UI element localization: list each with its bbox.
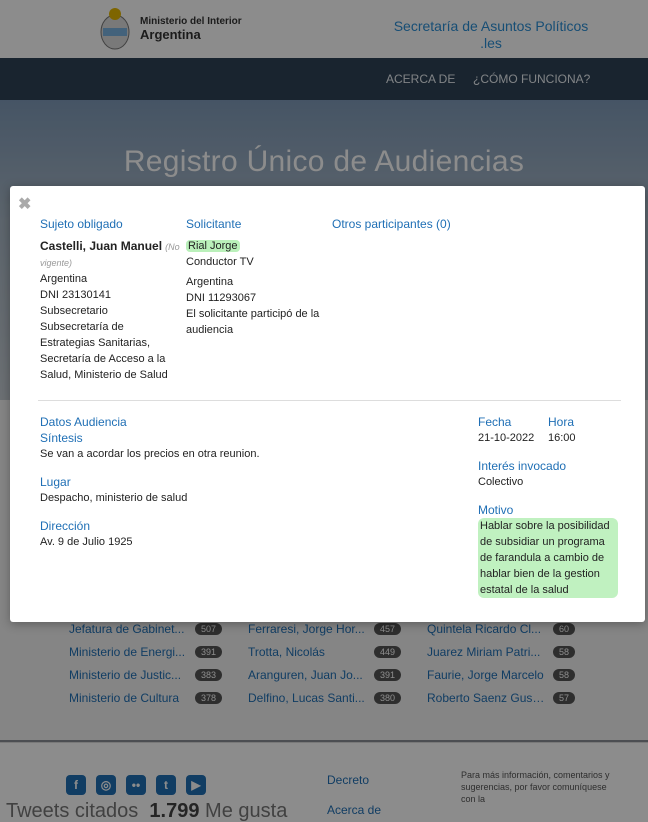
interes-label: Interés invocado — [478, 459, 567, 473]
solicitante-dni: DNI 11293067 — [186, 292, 257, 304]
solicitante-name: Rial Jorge — [186, 240, 240, 252]
fecha-value: 21-10-2022 — [478, 432, 535, 444]
solicitante-note: El solicitante participó de la audiencia — [186, 308, 320, 336]
motivo-section: Motivo Hablar sobre la posibilidad de su… — [478, 502, 618, 598]
hora-section: Hora 16:00 — [548, 414, 608, 446]
motivo-label: Motivo — [478, 503, 514, 517]
sujeto-name: Castelli, Juan Manuel — [40, 239, 163, 253]
direccion-value: Av. 9 de Julio 1925 — [40, 536, 133, 548]
datos-audiencia-section: Datos Audiencia Síntesis Se van a acorda… — [40, 414, 440, 550]
sujeto-org: Subsecretaría de Estrategias Sanitarias,… — [40, 321, 168, 381]
otros-heading: Otros participantes (0) — [332, 217, 451, 231]
sujeto-role: Subsecretario — [40, 305, 108, 317]
solicitante-heading: Solicitante — [186, 217, 242, 231]
hora-value: 16:00 — [548, 432, 576, 444]
solicitante-role: Conductor TV — [186, 256, 254, 268]
solicitante-country: Argentina — [186, 276, 234, 288]
fecha-label: Fecha — [478, 415, 512, 429]
interes-value: Colectivo — [478, 476, 524, 488]
hora-label: Hora — [548, 415, 575, 429]
sintesis-label: Síntesis — [40, 431, 83, 445]
sujeto-country: Argentina — [40, 273, 88, 285]
sintesis-value: Se van a acordar los precios en otra reu… — [40, 448, 260, 460]
solicitante-section: Solicitante Rial Jorge Conductor TV Arge… — [186, 216, 332, 338]
sujeto-heading: Sujeto obligado — [40, 217, 123, 231]
sujeto-dni: DNI 23130141 — [40, 289, 111, 301]
interes-section: Interés invocado Colectivo — [478, 458, 628, 490]
direccion-label: Dirección — [40, 519, 91, 533]
sujeto-obligado-section: Sujeto obligado Castelli, Juan Manuel (N… — [40, 216, 180, 383]
otros-section: Otros participantes (0) — [332, 216, 512, 238]
lugar-value: Despacho, ministerio de salud — [40, 492, 188, 504]
fecha-section: Fecha 21-10-2022 — [478, 414, 548, 446]
close-icon[interactable]: ✖ — [18, 194, 31, 214]
lugar-label: Lugar — [40, 475, 71, 489]
audience-modal: ✖ Sujeto obligado Castelli, Juan Manuel … — [10, 186, 645, 622]
divider — [38, 400, 621, 401]
datos-heading: Datos Audiencia — [40, 415, 127, 429]
motivo-value: Hablar sobre la posibilidad de subsidiar… — [478, 518, 618, 598]
